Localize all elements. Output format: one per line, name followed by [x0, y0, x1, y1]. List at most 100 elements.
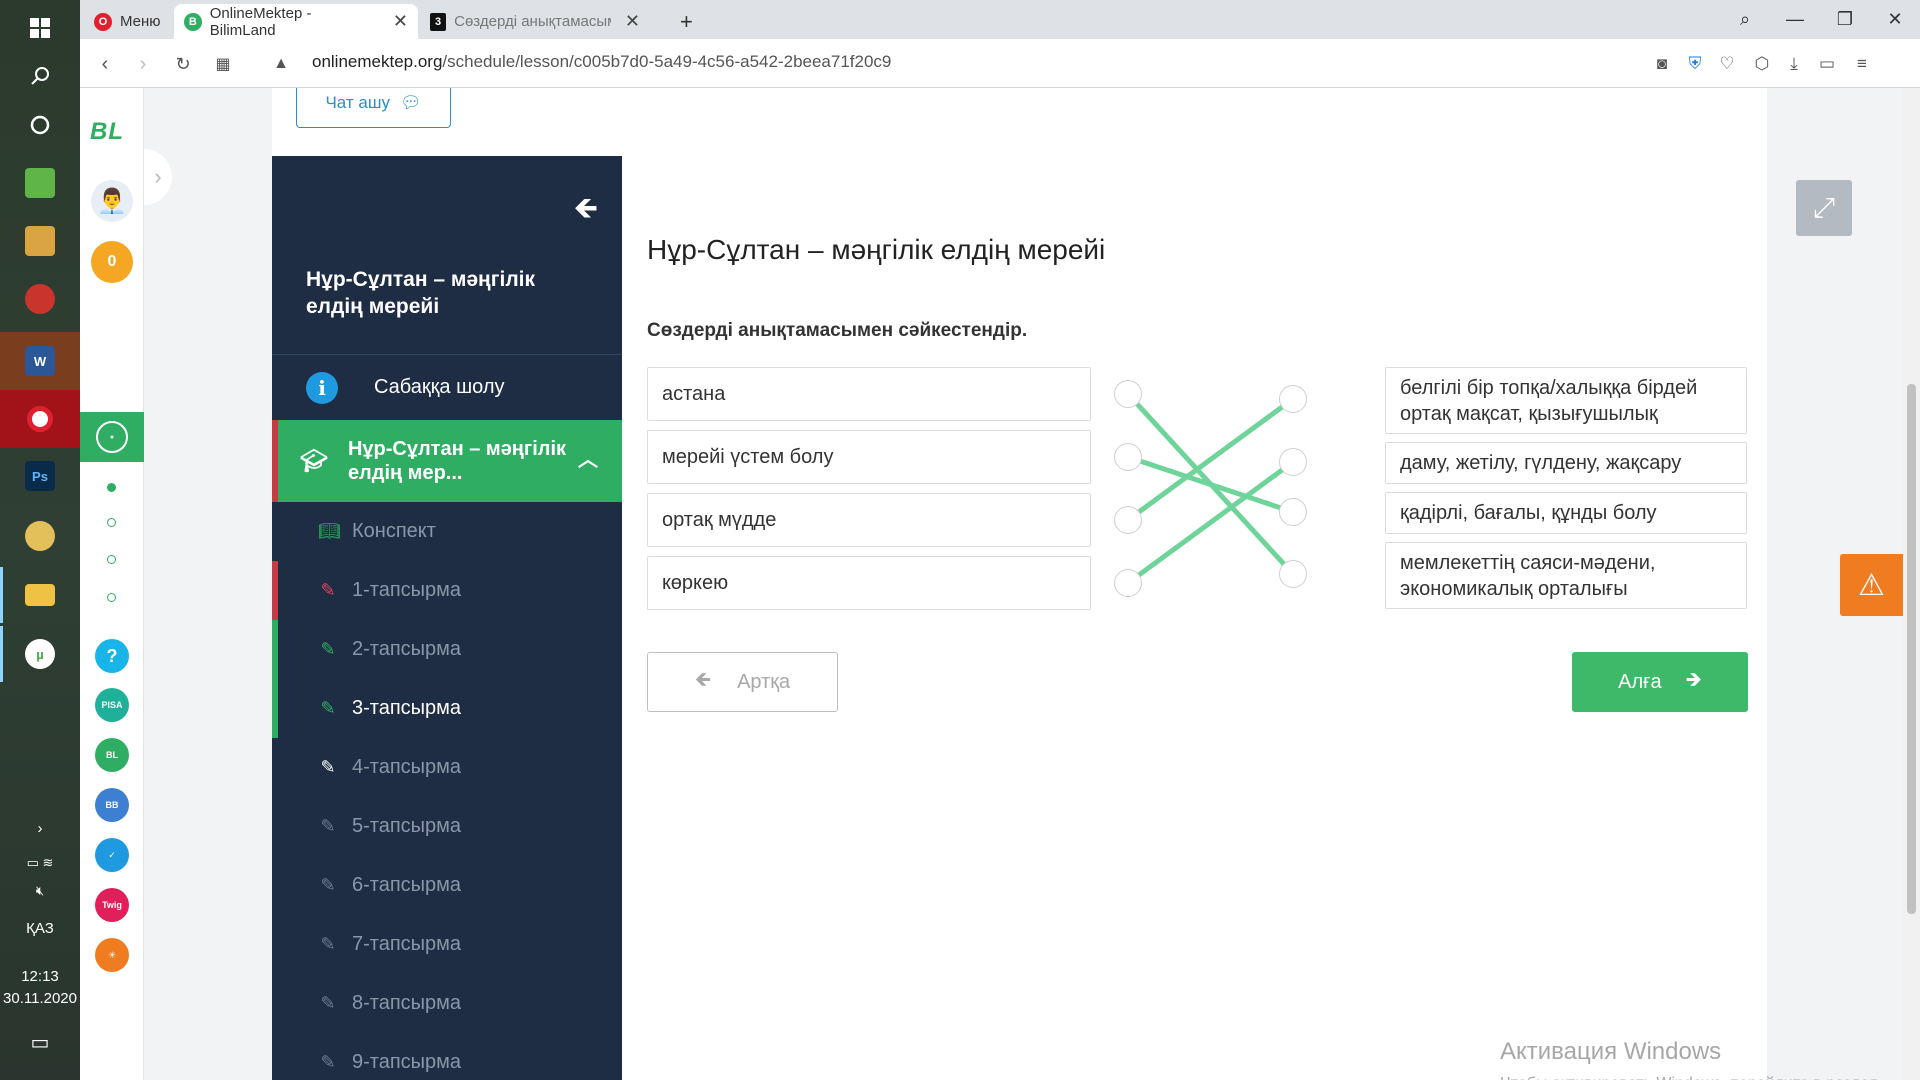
collapse-sidebar-arrow-icon[interactable]: 🡸	[574, 186, 598, 237]
bilimbook-app-icon[interactable]: BB	[95, 788, 129, 822]
utorrent-icon[interactable]: µ	[0, 626, 80, 682]
search-tabs-icon[interactable]: ⌕	[1720, 0, 1770, 39]
restore-icon[interactable]: ❐	[1820, 0, 1870, 39]
paint-icon[interactable]	[0, 508, 80, 564]
cortana-icon[interactable]	[0, 97, 80, 153]
left-connector-1[interactable]	[1114, 443, 1142, 471]
tab-onlinemektep[interactable]: B OnlineMektep - BilimLand ✕	[174, 4, 418, 39]
warning-icon[interactable]: ⚠	[1840, 554, 1903, 616]
app-rail: BL 👨‍💼 0 ● ? PISA BL BB ✓ Twig ☀	[80, 88, 144, 1080]
sidebar-item-task-6[interactable]: ✎ 6-тапсырма	[272, 856, 622, 915]
left-term-1[interactable]: мерейі үстем болу	[647, 430, 1091, 484]
checklist-app-icon[interactable]: ✓	[95, 838, 129, 872]
opera-logo-icon: O	[94, 12, 112, 31]
rail-dot[interactable]	[107, 518, 116, 527]
download-icon[interactable]: ⤓	[1782, 52, 1806, 76]
sidebar-item-task-5[interactable]: ✎ 5-тапсырма	[272, 797, 622, 856]
tab-matching[interactable]: 3 Сөздерді анықтамасымен ✕	[420, 4, 650, 39]
page-scrollbar[interactable]	[1903, 88, 1920, 1080]
left-connector-2[interactable]	[1114, 506, 1142, 534]
lesson-overview-item[interactable]: i Сабаққа шолу	[272, 355, 622, 420]
next-button[interactable]: Алға 🡺	[1572, 652, 1748, 712]
notifications-icon[interactable]: ▭	[0, 1030, 80, 1055]
coin-counter[interactable]: 0	[91, 241, 133, 283]
language-indicator[interactable]: ҚАЗ	[0, 920, 80, 937]
open-chat-button[interactable]: Чат ашу 💬︎	[296, 88, 451, 128]
menu-icon[interactable]: ≡	[1850, 52, 1874, 76]
help-icon[interactable]: ?	[95, 639, 129, 673]
rail-dot[interactable]	[107, 593, 116, 602]
scrollbar-thumb[interactable]	[1907, 384, 1916, 914]
tray-expand-icon[interactable]: ›	[0, 820, 80, 837]
volume-muted-icon[interactable]: 🔇︎	[0, 883, 80, 899]
search-icon[interactable]	[0, 48, 80, 104]
right-definition-1[interactable]: даму, жетілу, гүлдену, жақсару	[1385, 442, 1747, 484]
left-term-3[interactable]: көркею	[647, 556, 1091, 610]
sidebar-item-task-3[interactable]: ✎ 3-тапсырма	[272, 679, 622, 738]
camera-icon[interactable]: ◙	[1650, 52, 1674, 76]
clock-time[interactable]: 12:13	[0, 968, 80, 985]
chevron-up-icon[interactable]: ︿	[578, 448, 598, 472]
minimize-icon[interactable]: —	[1770, 0, 1820, 39]
fullscreen-icon[interactable]: ⤢	[1796, 180, 1852, 236]
sidebar-item-task-2[interactable]: ✎ 2-тапсырма	[272, 620, 622, 679]
online-mektep-app[interactable]: ●	[80, 412, 144, 462]
close-window-icon[interactable]: ✕	[1870, 0, 1920, 39]
cube-icon[interactable]: ⬡	[1750, 52, 1774, 76]
url-field[interactable]: onlinemektep.org/schedule/lesson/c005b7d…	[312, 52, 891, 72]
sidebar-item-task-1[interactable]: ✎ 1-тапсырма	[272, 561, 622, 620]
next-button-label: Алға	[1618, 670, 1662, 693]
chat-icon: 💬︎	[399, 92, 422, 112]
rail-dot[interactable]	[107, 555, 116, 564]
right-connector-2[interactable]	[1279, 498, 1307, 526]
shield-icon[interactable]: ⛨	[1683, 52, 1707, 76]
opera-icon[interactable]	[0, 390, 80, 448]
clock-date[interactable]: 30.11.2020	[0, 990, 80, 1007]
close-tab-icon[interactable]: ✕	[625, 11, 640, 32]
book-icon: 📖︎	[318, 521, 341, 541]
back-button[interactable]: 🡸 Артқа	[647, 652, 838, 712]
app-green-icon[interactable]	[0, 155, 80, 211]
tray-network-icon[interactable]: ▭ ≋	[0, 855, 80, 871]
avatar[interactable]: 👨‍💼	[91, 180, 133, 222]
forward-icon[interactable]: ›	[130, 51, 156, 77]
overview-label: Сабаққа шолу	[374, 376, 505, 398]
rail-dot[interactable]	[107, 483, 116, 492]
tabs-grid-icon[interactable]: ▦	[210, 51, 236, 77]
close-tab-icon[interactable]: ✕	[393, 11, 408, 32]
sidebar-item-task-9[interactable]: ✎ 9-тапсырма	[272, 1033, 622, 1080]
photos-icon[interactable]	[0, 213, 80, 269]
expand-rail-icon[interactable]: ›	[144, 149, 172, 205]
not-secure-icon[interactable]: ▲	[268, 51, 294, 77]
bilimland-logo[interactable]: BL	[90, 118, 124, 146]
left-term-2[interactable]: ортақ мүдде	[647, 493, 1091, 547]
opera-menu-button[interactable]: O Меню	[84, 4, 171, 39]
left-connector-0[interactable]	[1114, 380, 1142, 408]
right-definition-3[interactable]: мемлекеттің саяси-мәдени, экономикалық о…	[1385, 542, 1747, 609]
sidebar-item-task-8[interactable]: ✎ 8-тапсырма	[272, 974, 622, 1033]
sidebar-toggle-icon[interactable]: ▭	[1815, 52, 1839, 76]
left-term-0[interactable]: астана	[647, 367, 1091, 421]
sidebar-item-task-7[interactable]: ✎ 7-тапсырма	[272, 915, 622, 974]
word-icon[interactable]: W	[0, 332, 80, 390]
sidebar-item-task-4[interactable]: ✎ 4-тапсырма	[272, 738, 622, 797]
lesson-section-header[interactable]: 🎓︎ Нұр-Сұлтан – мәңгілік елдің мер... ︿	[272, 420, 622, 502]
left-connector-3[interactable]	[1114, 569, 1142, 597]
twig-app-icon[interactable]: Twig	[95, 888, 129, 922]
ccleaner-icon[interactable]	[0, 271, 80, 327]
right-connector-3[interactable]	[1279, 560, 1307, 588]
right-connector-0[interactable]	[1279, 385, 1307, 413]
photoshop-icon[interactable]: Ps	[0, 448, 80, 504]
right-connector-1[interactable]	[1279, 448, 1307, 476]
bilimland-app-icon[interactable]: BL	[95, 738, 129, 772]
new-tab-icon[interactable]: +	[670, 4, 703, 39]
pisa-app-icon[interactable]: PISA	[95, 688, 129, 722]
reload-icon[interactable]: ↻	[170, 51, 196, 77]
heart-icon[interactable]: ♡	[1715, 52, 1739, 76]
right-definition-2[interactable]: қадірлі, бағалы, құнды болу	[1385, 492, 1747, 534]
file-explorer-icon[interactable]	[0, 567, 80, 623]
sidebar-item-konspekt[interactable]: 📖︎ Конспект	[272, 502, 622, 561]
sun-app-icon[interactable]: ☀	[95, 938, 129, 972]
back-icon[interactable]: ‹	[92, 51, 118, 77]
right-definition-0[interactable]: белгілі бір топқа/халыққа бірдей ортақ м…	[1385, 367, 1747, 434]
